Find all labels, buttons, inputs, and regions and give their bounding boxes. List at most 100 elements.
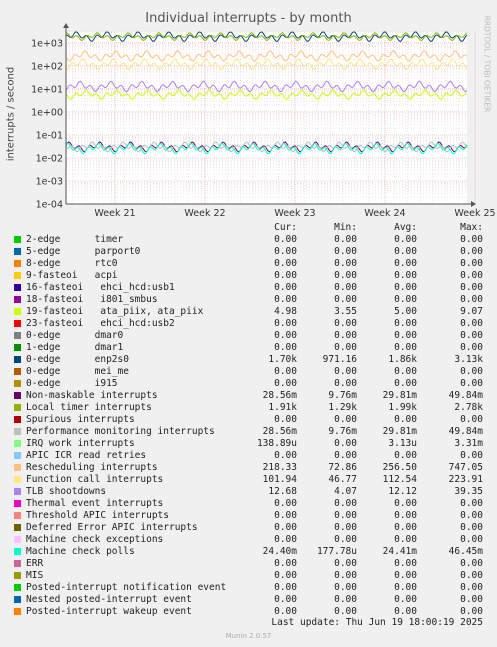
legend-series-name: Function call interrupts [26,474,164,485]
legend-series-name: 1-edge dmar1 [26,342,124,353]
legend-series-name: 0-edge dmar0 [26,330,124,341]
y-tick-label: 1e-04 [36,200,63,211]
legend-row: TLB shootdowns 12.68 4.07 12.12 39.35 [0,486,497,498]
legend-series-name: Rescheduling interrupts [26,462,158,473]
legend-swatch [14,548,21,555]
legend-row: 16-fasteoi ehci_hcd:usb1 0.00 0.00 0.00 0.00 [0,282,497,294]
column-header-max: Max: [460,222,483,233]
legend-value-max: 0.00 [460,330,483,341]
legend-row: Nested posted-interrupt event 0.00 0.00 0.0… [0,594,497,606]
legend-swatch [14,236,21,243]
legend-series-name: Machine check exceptions [26,534,164,545]
legend-value-max: 0.00 [460,258,483,269]
legend-series-name: Machine check polls [26,546,135,557]
legend-value-max: 9.07 [460,306,483,317]
legend-series-name: Local timer interrupts [26,402,152,413]
legend-value-max: 0.00 [460,282,483,293]
legend-row: Deferred Error APIC interrupts 0.00 0.00 0.… [0,522,497,534]
y-tick-label: 1e+01 [31,84,63,95]
x-tick-label: Week 25 [454,208,495,219]
legend-series-name: APIC ICR read retries [26,450,147,461]
legend-swatch [14,596,21,603]
legend-value-max: 0.00 [460,570,483,581]
legend-value-max: 0.00 [460,294,483,305]
legend-series-name: 2-edge timer [26,234,124,245]
legend-swatch [14,368,21,375]
legend-row: 5-edge parport0 0.00 0.00 0.00 0.00 [0,246,497,258]
legend-value-max: 49.84m [448,390,483,401]
legend-series-name: ERR [26,558,44,569]
legend-row: Local timer interrupts 1.91k 1.29k 1.99k 2.7… [0,402,497,414]
legend-value-max: 0.00 [460,498,483,509]
legend-row: Function call interrupts 101.94 46.77 112.5… [0,474,497,486]
legend-series-name: 9-fasteoi acpi [26,270,118,281]
legend-swatch [14,344,21,351]
legend-value-max: 39.35 [454,486,483,497]
legend-series-name: Performance monitoring interrupts [26,426,215,437]
legend-value-max: 2.78k [454,402,483,413]
legend-series-name: 0-edge enp2s0 [26,354,129,365]
y-axis-arrow [63,23,69,28]
y-tick-label: 1e+03 [31,38,63,49]
legend-row: ERR 0.00 0.00 0.00 0.00 [0,558,497,570]
legend-value-max: 0.00 [460,270,483,281]
legend-swatch [14,464,21,471]
legend-series-name: 16-fasteoi ehci_hcd:usb1 [26,282,175,293]
y-tick-label: 1e-03 [36,176,63,187]
legend-value-max: 0.00 [460,318,483,329]
x-tick-label: Week 22 [184,208,225,219]
legend-row: 0-edge mei_me 0.00 0.00 0.00 0.00 [0,366,497,378]
legend-series-name: 23-fasteoi ehci_hcd:usb2 [26,318,175,329]
legend-swatch [14,440,21,447]
legend-series-name: TLB shootdowns [26,486,107,497]
legend-swatch [14,404,21,411]
legend-series-name: 0-edge i915 [26,378,118,389]
chart-plot: 1e-04 1e-03 1e-02 1e-01 1e+00 1e+01 1e+02 1e+03… [31,23,496,219]
legend-row: MIS 0.00 0.00 0.00 0.00 [0,570,497,582]
y-tick-label: 1e-02 [36,153,63,164]
legend-swatch [14,476,21,483]
legend-row: Spurious interrupts 0.00 0.00 0.00 0.00 [0,414,497,426]
legend-row: 0-edge enp2s0 1.70k 971.16 1.86k 3.13k [0,354,497,366]
last-update: Last update: Thu Jun 19 18:00:19 2025 [271,617,483,628]
legend-value-max: 46.45m [448,546,483,557]
legend-swatch [14,452,21,459]
legend-series-name: Deferred Error APIC interrupts [26,522,198,533]
legend-series-name: Nested posted-interrupt event [26,594,192,605]
legend-row: IRQ work interrupts 138.89u 0.00 3.13u 3.31m [0,438,497,450]
legend-series-name: 18-fasteoi i801_smbus [26,294,158,305]
legend-swatch [14,536,21,543]
legend-value-max: 0.00 [460,558,483,569]
legend-series-name: Non-maskable interrupts [26,390,158,401]
legend-row: 19-fasteoi ata_piix, ata_piix 4.98 3.55 5.0… [0,306,497,318]
legend-series-name: Posted-interrupt wakeup event [26,606,192,617]
legend-row: 0-edge i915 0.00 0.00 0.00 0.00 [0,378,497,390]
legend-row: 9-fasteoi acpi 0.00 0.00 0.00 0.00 [0,270,497,282]
legend-value-max: 0.00 [460,414,483,425]
legend-swatch [14,524,21,531]
legend-series-name: Thermal event interrupts [26,498,164,509]
legend-swatch [14,572,21,579]
legend-row: 2-edge timer 0.00 0.00 0.00 0.00 [0,234,497,246]
legend-value-max: 0.00 [460,378,483,389]
legend-row: Performance monitoring interrupts 28.56m 9… [0,426,497,438]
legend-row: Posted-interrupt notification event 0.00 0… [0,582,497,594]
legend-swatch [14,356,21,363]
legend-swatch [14,380,21,387]
legend-row: 8-edge rtc0 0.00 0.00 0.00 0.00 [0,258,497,270]
y-tick-label: 1e-01 [36,130,63,141]
legend-series-name: 5-edge parport0 [26,246,141,257]
x-tick-label: Week 23 [274,208,315,219]
legend-swatch [14,332,21,339]
legend-swatch [14,260,21,267]
legend-swatch [14,560,21,567]
legend-swatch [14,296,21,303]
legend-value-max: 0.00 [460,450,483,461]
legend-value-max: 0.00 [460,510,483,521]
legend-row: 0-edge dmar0 0.00 0.00 0.00 0.00 [0,330,497,342]
legend-swatch [14,284,21,291]
x-tick-label: Week 21 [94,208,135,219]
legend-swatch [14,308,21,315]
x-axis-arrow [471,201,476,207]
legend-swatch [14,248,21,255]
